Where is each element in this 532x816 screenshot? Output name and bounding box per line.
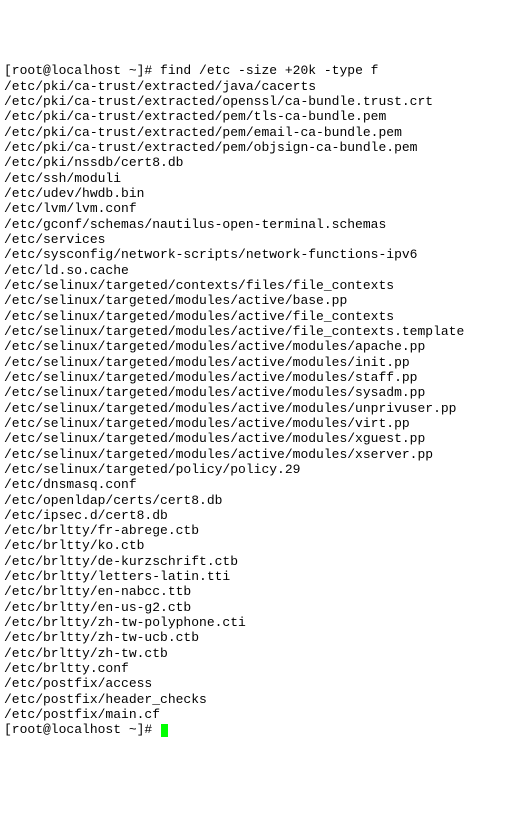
output-line: /etc/brltty/en-nabcc.ttb [4,584,528,599]
output-line: /etc/selinux/targeted/policy/policy.29 [4,462,528,477]
output-line: /etc/ssh/moduli [4,171,528,186]
output-line: /etc/pki/nssdb/cert8.db [4,155,528,170]
output-line: /etc/selinux/targeted/modules/active/mod… [4,355,528,370]
output-line: /etc/ld.so.cache [4,263,528,278]
output-line: /etc/pki/ca-trust/extracted/pem/objsign-… [4,140,528,155]
output-line: /etc/pki/ca-trust/extracted/java/cacerts [4,79,528,94]
current-prompt-line: [root@localhost ~]# [4,722,528,737]
output-line: /etc/selinux/targeted/modules/active/fil… [4,309,528,324]
output-line: /etc/brltty/ko.ctb [4,538,528,553]
output-line: /etc/postfix/header_checks [4,692,528,707]
output-line: /etc/selinux/targeted/modules/active/mod… [4,416,528,431]
output-line: /etc/sysconfig/network-scripts/network-f… [4,247,528,262]
output-line: /etc/services [4,232,528,247]
terminal[interactable]: [root@localhost ~]# find /etc -size +20k… [4,63,528,737]
output-line: /etc/ipsec.d/cert8.db [4,508,528,523]
output-line: /etc/brltty/zh-tw-polyphone.cti [4,615,528,630]
output-line: /etc/selinux/targeted/modules/active/fil… [4,324,528,339]
output-line: /etc/selinux/targeted/modules/active/mod… [4,431,528,446]
output-line: /etc/brltty/letters-latin.tti [4,569,528,584]
output-line: /etc/brltty/zh-tw.ctb [4,646,528,661]
cursor-icon [161,724,168,737]
output-line: /etc/pki/ca-trust/extracted/pem/email-ca… [4,125,528,140]
output-line: /etc/selinux/targeted/modules/active/mod… [4,447,528,462]
output-line: /etc/brltty.conf [4,661,528,676]
shell-prompt: [root@localhost ~]# [4,722,160,737]
output-line: /etc/dnsmasq.conf [4,477,528,492]
typed-command: find /etc -size +20k -type f [160,63,378,78]
output-line: /etc/brltty/zh-tw-ucb.ctb [4,630,528,645]
shell-prompt: [root@localhost ~]# [4,63,160,78]
output-line: /etc/pki/ca-trust/extracted/pem/tls-ca-b… [4,109,528,124]
command-line: [root@localhost ~]# find /etc -size +20k… [4,63,528,78]
output-line: /etc/udev/hwdb.bin [4,186,528,201]
output-line: /etc/pki/ca-trust/extracted/openssl/ca-b… [4,94,528,109]
output-line: /etc/selinux/targeted/modules/active/mod… [4,339,528,354]
output-line: /etc/selinux/targeted/modules/active/mod… [4,370,528,385]
output-line: /etc/selinux/targeted/modules/active/bas… [4,293,528,308]
output-line: /etc/lvm/lvm.conf [4,201,528,216]
output-line: /etc/brltty/en-us-g2.ctb [4,600,528,615]
output-line: /etc/selinux/targeted/contexts/files/fil… [4,278,528,293]
output-line: /etc/openldap/certs/cert8.db [4,493,528,508]
output-line: /etc/gconf/schemas/nautilus-open-termina… [4,217,528,232]
output-line: /etc/selinux/targeted/modules/active/mod… [4,401,528,416]
output-line: /etc/postfix/main.cf [4,707,528,722]
command-output: /etc/pki/ca-trust/extracted/java/cacerts… [4,79,528,723]
output-line: /etc/brltty/de-kurzschrift.ctb [4,554,528,569]
output-line: /etc/selinux/targeted/modules/active/mod… [4,385,528,400]
output-line: /etc/brltty/fr-abrege.ctb [4,523,528,538]
output-line: /etc/postfix/access [4,676,528,691]
